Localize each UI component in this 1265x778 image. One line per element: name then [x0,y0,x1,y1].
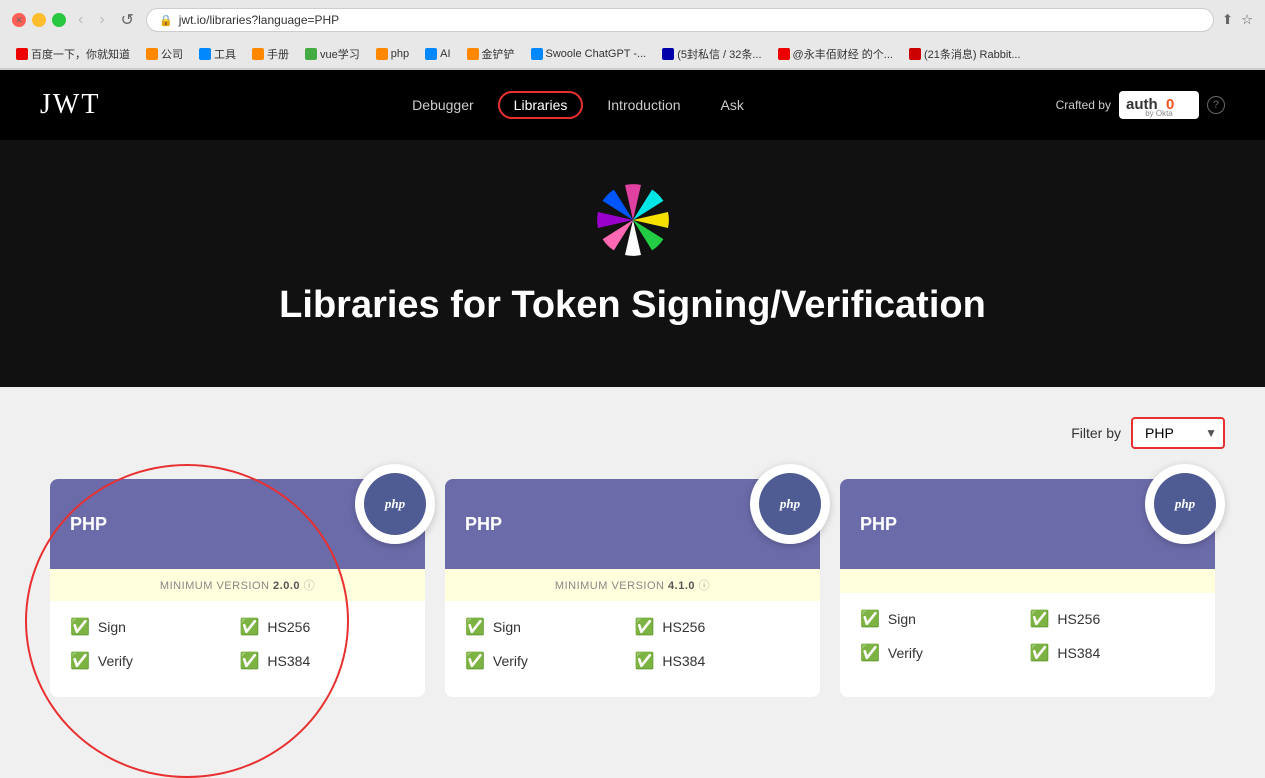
close-window-button[interactable]: ✕ [12,13,26,27]
check-icon: ✅ [465,617,485,637]
feature-sign-3: ✅ Sign [860,609,1026,629]
feature-verify-3: ✅ Verify [860,643,1026,663]
browser-chrome: ✕ ‹ › ↺ 🔒 jwt.io/libraries?language=PHP … [0,0,1265,70]
card-header-1: PHP php [50,479,425,569]
bookmark-item[interactable]: (5封私信 / 32条... [658,44,765,64]
minimize-window-button[interactable] [32,13,46,27]
auth0-logo: auth 0 by Okta [1119,91,1199,119]
card-body-1: ✅ Sign ✅ HS256 ✅ Verify ✅ HS384 [50,601,425,697]
filter-select[interactable]: PHP Node.js Python Java Ruby Go [1131,417,1225,449]
auth0-sub: by Okta [1145,109,1173,118]
card-lang-1: PHP [70,514,107,535]
site-logo: JWT [40,89,100,121]
check-icon: ✅ [860,609,880,629]
check-icon: ✅ [70,651,90,671]
bookmark-item[interactable]: 手册 [248,44,293,64]
bookmark-item[interactable]: 公司 [142,44,187,64]
content-section: Filter by PHP Node.js Python Java Ruby G… [0,387,1265,727]
filter-bar: Filter by PHP Node.js Python Java Ruby G… [40,417,1225,449]
card-version-1: MINIMUM VERSION 2.0.0 ⓘ [50,569,425,601]
bookmark-item[interactable]: (21条消息) Rabbit... [905,44,1025,64]
php-logo-2: php [759,473,821,535]
feature-sign-1: ✅ Sign [70,617,236,637]
php-logo-circle-1: php [355,464,435,544]
library-card-3: PHP php ✅ Sign ✅ HS256 ✅ [840,479,1215,697]
bookmark-item[interactable]: @永丰佰财经 的个... [774,44,897,64]
bookmark-item[interactable]: 金铲铲 [463,44,519,64]
check-icon: ✅ [1030,643,1050,663]
site-header: JWT Debugger Libraries Introduction Ask … [0,70,1265,140]
bookmark-item[interactable]: 工具 [195,44,240,64]
feature-verify-2: ✅ Verify [465,651,631,671]
check-icon: ✅ [70,617,90,637]
feature-hs384-2: ✅ HS384 [635,651,801,671]
nav-ask[interactable]: Ask [705,91,760,119]
card-header-2: PHP php [445,479,820,569]
url-text: jwt.io/libraries?language=PHP [179,13,339,27]
nav-introduction[interactable]: Introduction [591,91,696,119]
bookmark-item[interactable]: AI [421,46,454,62]
bookmark-item[interactable]: 百度一下，你就知道 [12,44,134,64]
forward-button[interactable]: › [95,9,108,31]
browser-action-buttons: ⬆ ☆ [1222,12,1253,28]
check-icon: ✅ [635,617,655,637]
card-header-3: PHP php [840,479,1215,569]
card-version-3 [840,569,1215,593]
check-icon: ✅ [240,617,260,637]
maximize-window-button[interactable] [52,13,66,27]
cards-grid: PHP php MINIMUM VERSION 2.0.0 ⓘ ✅ Sign ✅… [40,479,1225,697]
back-button[interactable]: ‹ [74,9,87,31]
hero-title: Libraries for Token Signing/Verification [20,284,1245,327]
feature-sign-2: ✅ Sign [465,617,631,637]
check-icon: ✅ [465,651,485,671]
check-icon: ✅ [860,643,880,663]
check-icon: ✅ [240,651,260,671]
nav-debugger[interactable]: Debugger [396,91,490,119]
library-card-2: PHP php MINIMUM VERSION 4.1.0 ⓘ ✅ Sign ✅… [445,479,820,697]
card-body-2: ✅ Sign ✅ HS256 ✅ Verify ✅ HS384 [445,601,820,697]
card-lang-2: PHP [465,514,502,535]
card-version-2: MINIMUM VERSION 4.1.0 ⓘ [445,569,820,601]
php-logo-1: php [364,473,426,535]
feature-hs256-3: ✅ HS256 [1030,609,1196,629]
check-icon: ✅ [1030,609,1050,629]
library-card-1: PHP php MINIMUM VERSION 2.0.0 ⓘ ✅ Sign ✅… [50,479,425,697]
php-logo-circle-3: php [1145,464,1225,544]
filter-select-wrapper: PHP Node.js Python Java Ruby Go ▼ [1131,417,1225,449]
bookmark-item[interactable]: php [372,46,413,62]
check-icon: ✅ [635,651,655,671]
feature-hs256-2: ✅ HS256 [635,617,801,637]
feature-hs384-3: ✅ HS384 [1030,643,1196,663]
php-logo-circle-2: php [750,464,830,544]
nav-libraries[interactable]: Libraries [498,91,584,119]
feature-hs384-1: ✅ HS384 [240,651,406,671]
help-icon[interactable]: ? [1207,96,1225,114]
card-lang-3: PHP [860,514,897,535]
php-logo-3: php [1154,473,1216,535]
hero-section: Libraries for Token Signing/Verification [0,140,1265,387]
crafted-by-section: Crafted by auth 0 by Okta ? [1056,91,1225,119]
bookmark-button[interactable]: ☆ [1241,12,1253,28]
bookmark-item[interactable]: Swoole ChatGPT -... [527,46,651,62]
feature-hs256-1: ✅ HS256 [240,617,406,637]
url-bar[interactable]: 🔒 jwt.io/libraries?language=PHP [146,8,1214,32]
crafted-by-label: Crafted by [1056,98,1111,112]
share-button[interactable]: ⬆ [1222,12,1233,28]
window-controls: ✕ [12,13,66,27]
reload-button[interactable]: ↺ [117,8,138,32]
hero-spinner [593,180,673,260]
filter-label: Filter by [1071,425,1121,441]
site-nav: Debugger Libraries Introduction Ask [396,91,760,119]
card-body-3: ✅ Sign ✅ HS256 ✅ Verify ✅ HS384 [840,593,1215,689]
browser-toolbar: ✕ ‹ › ↺ 🔒 jwt.io/libraries?language=PHP … [0,0,1265,40]
bookmarks-bar: 百度一下，你就知道 公司 工具 手册 vue学习 php AI 金铲铲 [0,40,1265,69]
lock-icon: 🔒 [159,14,173,27]
feature-verify-1: ✅ Verify [70,651,236,671]
bookmark-item[interactable]: vue学习 [301,44,364,64]
